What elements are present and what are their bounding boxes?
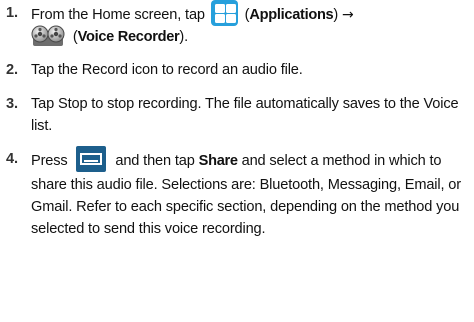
step-3: 3. Tap Stop to stop recording. The file … — [6, 93, 471, 137]
step-number: 4. — [6, 151, 18, 167]
voice-recorder-label: Voice Recorder — [77, 29, 180, 45]
menu-key-icon — [76, 146, 107, 172]
voice-recorder-reel-icon — [31, 25, 65, 47]
share-label: Share — [198, 152, 238, 169]
step-1: 1. From the Home screen, tap (Applicatio… — [6, 0, 474, 52]
step-number: 2. — [6, 62, 18, 78]
step-text: Tap Stop to stop recording. The file aut… — [31, 96, 459, 134]
step-number: 1. — [6, 5, 18, 21]
step-text: Press — [31, 152, 72, 169]
arrow-right-icon: → — [342, 6, 354, 23]
step-text: From the Home screen, tap — [31, 6, 209, 23]
applications-label: Applications — [249, 6, 334, 23]
step-4: 4. Press and then tap Share and select a… — [6, 146, 471, 240]
step-text: Tap the Record icon to record an audio f… — [31, 62, 303, 78]
step-number: 3. — [6, 96, 18, 112]
applications-grid-icon — [210, 0, 238, 26]
step-2: 2. Tap the Record icon to record an audi… — [6, 59, 474, 81]
